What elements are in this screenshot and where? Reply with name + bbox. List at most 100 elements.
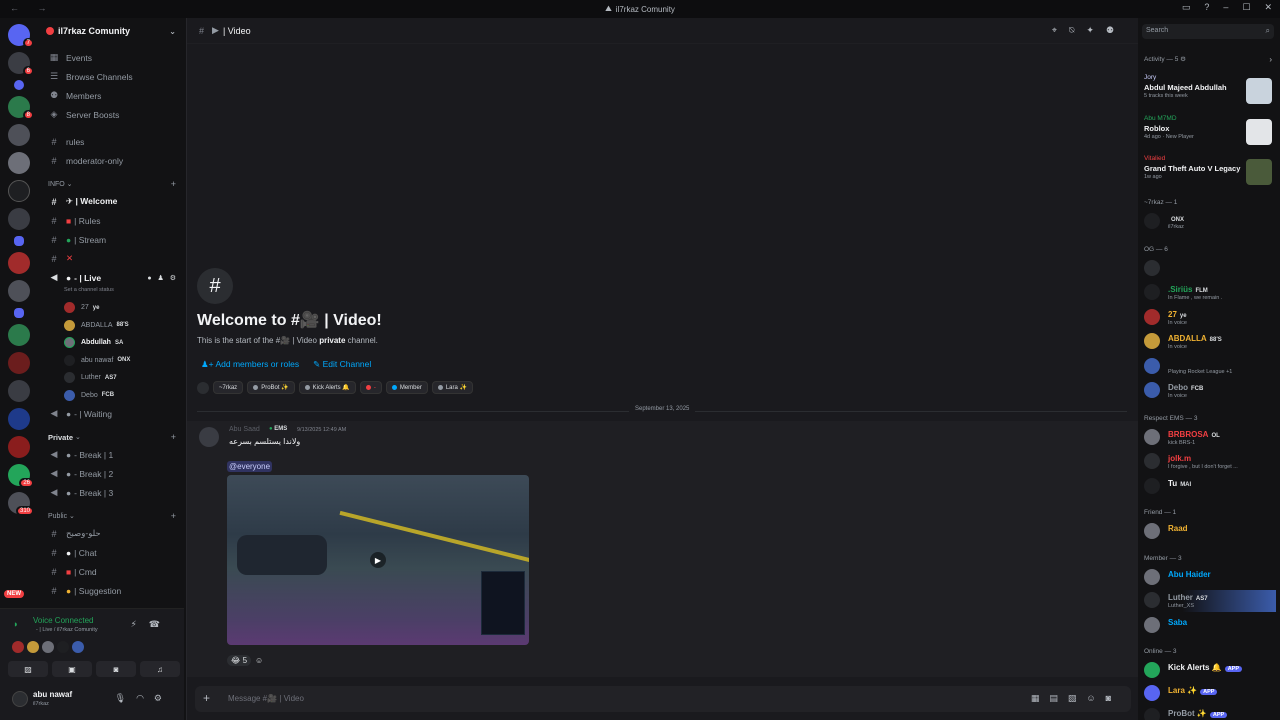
role-chip[interactable]: - [359, 381, 382, 394]
member-item[interactable] [1142, 258, 1276, 280]
message[interactable]: Abu Saad ● EMS 9/13/2025 12:49 AM ولاندا… [187, 421, 1139, 677]
attach-plus-icon[interactable]: + [203, 691, 210, 705]
voice-user[interactable]: Luther AS7 [38, 369, 184, 387]
direct-messages-icon[interactable]: 7 [8, 24, 34, 48]
role-chip[interactable]: ~7rkaz [213, 381, 244, 394]
browse-channels-item[interactable]: ☰ Browse Channels [38, 67, 184, 86]
noise-suppression-icon[interactable]: ⚡ [130, 619, 148, 629]
avatar[interactable] [27, 641, 39, 653]
threads-icon[interactable]: ⌖ [1052, 25, 1069, 35]
avatar[interactable] [197, 381, 209, 394]
voice-channel-break-3[interactable]: ◀ ● - Break | 3 [38, 483, 184, 502]
inbox-icon[interactable]: ▭ [1182, 2, 1191, 13]
voice-user[interactable]: 27 ye [38, 299, 184, 317]
microphone-icon[interactable]: 🎙 [115, 693, 136, 703]
screen-share-icon[interactable]: ▣ [52, 661, 92, 677]
server-icon[interactable] [8, 380, 30, 402]
channel-suggestion[interactable]: # ● | Suggestion [38, 581, 184, 600]
activity-card[interactable]: Abu M7MD Roblox 4d ago · New Player [1144, 115, 1274, 151]
member-item[interactable]: BRBROSA OL kick BRS-1 [1142, 427, 1276, 449]
chevron-right-icon[interactable]: › [1269, 55, 1272, 64]
avatar[interactable] [42, 641, 54, 653]
member-item[interactable]: ABDALLA 88'S In voice [1142, 331, 1276, 353]
edit-channel-link[interactable]: ✎ Edit Channel [313, 359, 371, 370]
channel-cmd[interactable]: # ■ | Cmd [38, 562, 184, 581]
channel-unnamed[interactable]: # ✕ [38, 249, 184, 268]
member-item[interactable]: Tu MAI [1142, 476, 1276, 498]
server-icon[interactable]: 6 [8, 52, 34, 76]
voice-user[interactable]: ABDALLA 88'S [38, 317, 184, 335]
members-item[interactable]: ⚉ Members [38, 86, 184, 105]
headphones-icon[interactable]: ◠ [136, 693, 154, 703]
voice-user[interactable]: Abdullah SA [38, 334, 184, 352]
server-icon[interactable] [8, 180, 30, 202]
history-nav[interactable]: ← → [10, 3, 55, 13]
disconnect-icon[interactable]: ☎ [149, 619, 172, 629]
member-item[interactable]: .Siriüs FLM In Flame , we remain . [1142, 282, 1276, 304]
voice-user[interactable]: Debo FCB [38, 387, 184, 405]
sticker-icon[interactable]: ▧ [1068, 693, 1087, 703]
avatar[interactable] [199, 427, 219, 447]
server-icon[interactable] [8, 252, 30, 274]
category-info[interactable]: INFO ⌄ + [38, 176, 184, 192]
emoji-icon[interactable]: ☺ [1086, 693, 1105, 703]
channel-stream[interactable]: # ● | Stream [38, 230, 184, 249]
member-list-icon[interactable]: ⚉ [1106, 25, 1126, 35]
channel-moderator-only[interactable]: # moderator-only [38, 151, 184, 170]
member-item[interactable]: Luther AS7 Luther_XS [1142, 590, 1276, 612]
role-chip[interactable]: Member [385, 381, 428, 394]
member-item[interactable]: Lara ✨ APP [1142, 683, 1276, 705]
composer-placeholder[interactable]: Message #🎥 | Video [228, 694, 304, 703]
member-item[interactable]: jolk.m I forgive , but I don't forget ... [1142, 451, 1276, 473]
channel-rules-info[interactable]: # ■ | Rules [38, 211, 184, 230]
member-item[interactable]: Debo FCB In voice [1142, 380, 1276, 402]
role-chip[interactable]: Kick Alerts 🔔 [298, 381, 356, 394]
avatar[interactable] [12, 691, 28, 707]
folder-icon[interactable] [14, 236, 24, 246]
message-composer[interactable]: + Message #🎥 | Video ▦▤▧☺◙ [195, 686, 1131, 712]
server-icon[interactable] [8, 124, 30, 146]
reaction[interactable]: 😂 5 [227, 655, 252, 666]
camera-off-icon[interactable]: ▨ [8, 661, 48, 677]
member-item[interactable]: Saba [1142, 615, 1276, 637]
server-icon[interactable] [8, 208, 30, 230]
gif-icon[interactable]: ▤ [1049, 693, 1068, 703]
mute-icon[interactable]: ⍉ [1069, 25, 1086, 35]
channel-arabic[interactable]: # حلو-وصبح [38, 524, 184, 543]
voice-channel-break-2[interactable]: ◀ ● - Break | 2 [38, 464, 184, 483]
member-item[interactable]: 27 ye In voice [1142, 307, 1276, 329]
server-icon[interactable] [8, 280, 30, 302]
voice-channel-actions[interactable]: ● ♟ ⚙ [147, 274, 178, 282]
close-button[interactable]: ✕ [1264, 2, 1272, 13]
member-item[interactable]: Abu Haider [1142, 567, 1276, 589]
help-icon[interactable]: ? [1204, 2, 1209, 13]
folder-icon[interactable] [14, 308, 24, 318]
voice-status[interactable]: Voice Connected [33, 616, 94, 625]
server-icon[interactable] [8, 408, 30, 430]
server-icon[interactable]: 26 [8, 464, 34, 488]
server-icon[interactable] [8, 352, 30, 374]
play-icon[interactable]: ▶ [370, 552, 386, 568]
events-item[interactable]: ▦ Events [38, 48, 184, 67]
everyone-mention[interactable]: @everyone [227, 461, 273, 472]
member-item[interactable]: Raad [1142, 521, 1276, 543]
signal-icon[interactable]: ◗ [13, 619, 18, 629]
member-item[interactable]: Kick Alerts 🔔 APP [1142, 660, 1276, 682]
channel-chat[interactable]: # ● | Chat [38, 543, 184, 562]
server-icon[interactable] [8, 324, 30, 346]
category-public[interactable]: Public ⌄ + [38, 508, 184, 524]
server-icon[interactable] [8, 436, 30, 458]
voice-channel-break-1[interactable]: ◀ ● - Break | 1 [38, 445, 184, 464]
server-icon[interactable]: 310 [8, 492, 34, 516]
activity-card[interactable]: Vitalied Grand Theft Auto V Legacy 1w ag… [1144, 155, 1274, 191]
add-channel-icon[interactable]: + [171, 179, 176, 189]
search-input[interactable]: Search ⌕ [1142, 24, 1274, 39]
voice-location[interactable]: - | Live / il7rkaz Comunity [36, 627, 98, 633]
member-item[interactable]: Playing Rocket League +1 [1142, 356, 1276, 378]
minimize-button[interactable]: – [1223, 2, 1228, 13]
add-reaction-icon[interactable]: ☺ [255, 656, 263, 665]
apps-icon[interactable]: ◙ [1106, 693, 1121, 703]
activity-icon[interactable]: ◙ [96, 661, 136, 677]
server-icon[interactable] [8, 152, 30, 174]
chevron-down-icon[interactable]: ⌄ [169, 27, 176, 36]
